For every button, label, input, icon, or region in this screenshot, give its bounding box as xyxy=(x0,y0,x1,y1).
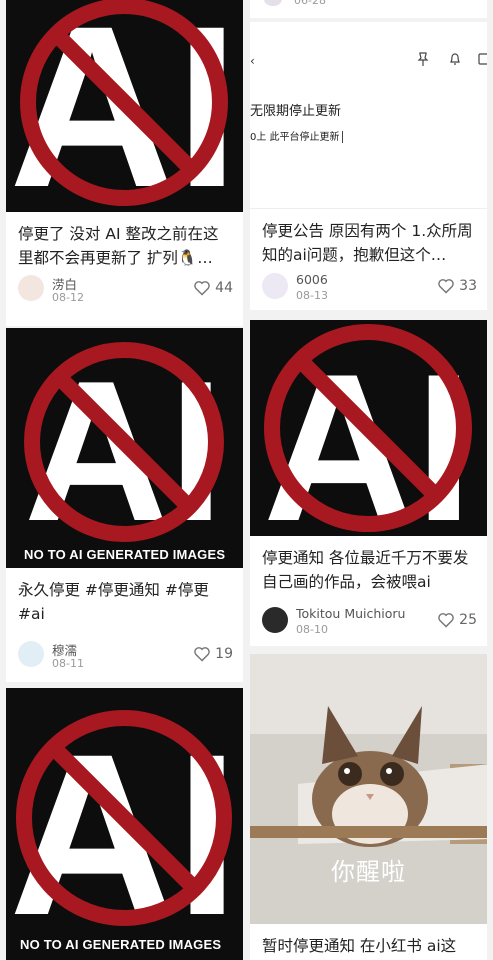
back-icon: ‹ xyxy=(250,54,255,68)
note-title: 永久停更 #停更通知 #停更 #ai xyxy=(18,581,209,623)
image-caption: NO TO AI GENERATED IMAGES xyxy=(20,937,222,952)
author-name[interactable]: 6006 xyxy=(296,272,328,287)
pin-icon xyxy=(417,52,429,66)
note-meta: 涝白 08-12 44 xyxy=(18,274,233,306)
like-count: 33 xyxy=(459,278,477,294)
avatar xyxy=(264,0,282,6)
menu-icon xyxy=(478,53,487,65)
no-ai-image: AI xyxy=(250,320,487,536)
like-button[interactable]: 25 xyxy=(437,612,477,628)
like-count: 44 xyxy=(215,280,233,296)
note-card[interactable]: AI 停更通知 各位最近千万不要发自己画的作品，会被喂ai Tokitou Mu… xyxy=(250,320,487,646)
heart-outline-icon xyxy=(438,613,454,628)
cat-meme-image: 你醒啦 xyxy=(250,654,487,924)
screenshot-image: ‹ 无限期停止更新 0上 此平台停止更新 xyxy=(250,22,487,209)
like-button[interactable]: 19 xyxy=(193,646,233,662)
avatar[interactable] xyxy=(18,275,44,301)
no-ai-sign-icon: AI xyxy=(6,328,243,568)
post-date: 08-13 xyxy=(296,289,328,302)
bell-icon xyxy=(450,53,460,65)
screenshot-text: 无限期停止更新 xyxy=(250,104,342,119)
note-card[interactable]: AI NO TO AI GENERATED IMAGES xyxy=(6,688,243,960)
post-date: 08-12 xyxy=(52,291,84,304)
post-date: 08-11 xyxy=(52,657,84,670)
avatar[interactable] xyxy=(262,607,288,633)
no-ai-sign-icon: AI xyxy=(250,320,487,536)
note-meta: 6006 08-13 33 xyxy=(262,272,477,304)
heart-outline-icon xyxy=(194,281,210,296)
screenshot-toolbar: ‹ xyxy=(250,50,487,70)
note-card[interactable]: 你醒啦 暂时停更通知 在小红书 ai这 xyxy=(250,654,487,960)
note-title: 停更了 没对 AI 整改之前在这里都不会再更新了 扩列🐧… xyxy=(18,225,219,267)
like-count: 19 xyxy=(215,646,233,662)
no-ai-image: AI NO TO AI GENERATED IMAGES xyxy=(6,688,243,960)
note-title: 停更通知 各位最近千万不要发自己画的作品，会被喂ai xyxy=(262,549,469,591)
screenshot-text: 0上 此平台停止更新 xyxy=(250,128,343,143)
like-button[interactable]: 33 xyxy=(437,278,477,294)
post-date: 06-28 xyxy=(294,0,326,7)
heart-outline-icon xyxy=(438,279,454,294)
no-ai-image: AI NO TO AI GENERATED IMAGES xyxy=(6,328,243,568)
no-ai-image: AI xyxy=(6,0,243,212)
no-ai-sign-icon: AI xyxy=(6,0,243,212)
image-caption: NO TO AI GENERATED IMAGES xyxy=(24,547,226,562)
avatar[interactable] xyxy=(262,273,288,299)
no-ai-sign-icon: AI xyxy=(6,688,243,960)
avatar[interactable] xyxy=(18,641,44,667)
author-name[interactable]: Tokitou Muichioru xyxy=(296,606,405,621)
post-date: 08-10 xyxy=(296,623,328,636)
like-button[interactable]: 44 xyxy=(193,280,233,296)
partial-note-card[interactable]: 06-28 xyxy=(250,0,487,18)
note-card[interactable]: AI NO TO AI GENERATED IMAGES 永久停更 #停更通知 … xyxy=(6,328,243,682)
image-caption: 你醒啦 xyxy=(331,858,406,886)
note-card[interactable]: ‹ 无限期停止更新 0上 此平台停止更新 停更公告 原因有两个 1.众所周知的a… xyxy=(250,22,487,310)
note-title: 停更公告 原因有两个 1.众所周知的ai问题，抱歉但这个… xyxy=(262,222,473,264)
note-meta: 穆濡 08-11 19 xyxy=(18,640,233,672)
note-meta: Tokitou Muichioru 08-10 25 xyxy=(262,606,477,638)
heart-outline-icon xyxy=(194,647,210,662)
note-title: 暂时停更通知 在小红书 ai这 xyxy=(262,937,457,955)
note-card[interactable]: AI 停更了 没对 AI 整改之前在这里都不会再更新了 扩列🐧… 涝白 08-1… xyxy=(6,0,243,326)
like-count: 25 xyxy=(459,612,477,628)
